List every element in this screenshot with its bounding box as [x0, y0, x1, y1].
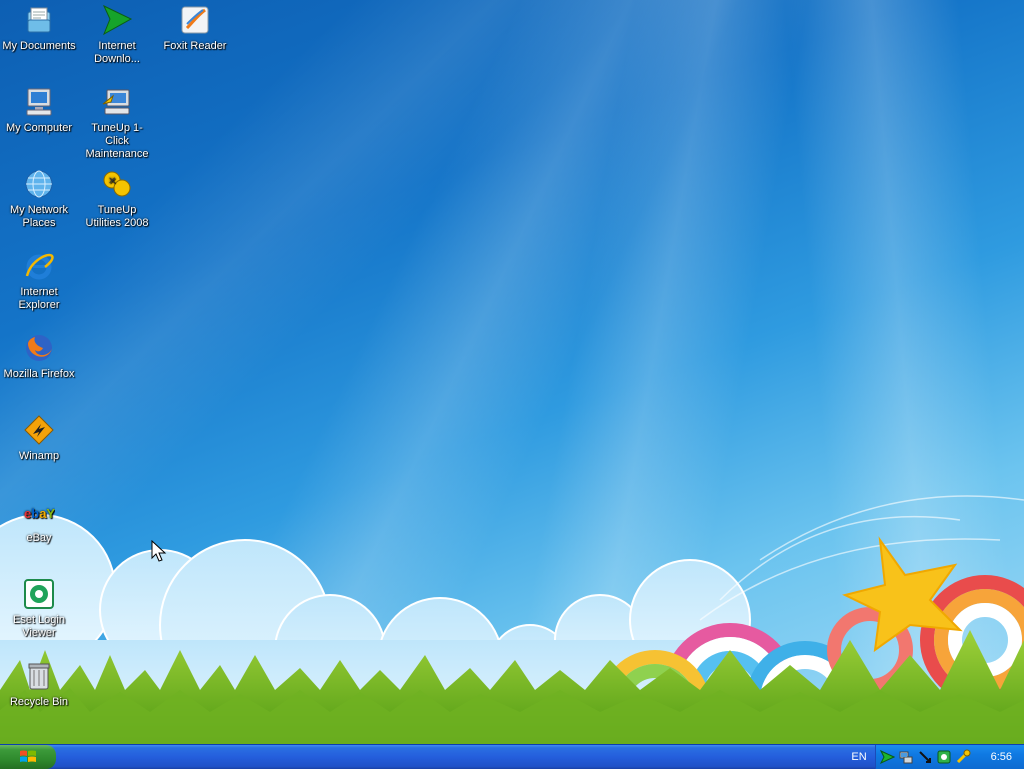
desktop-icon-my-computer[interactable]: My Computer: [0, 86, 78, 135]
recycle-bin-icon: [23, 660, 55, 692]
icon-label: eBay: [26, 532, 52, 544]
tuneup-1click-icon: [101, 86, 133, 118]
icon-label: My Computer: [5, 122, 73, 134]
tools-tray-icon[interactable]: [955, 749, 971, 765]
desktop-icon-foxit-reader[interactable]: Foxit Reader: [156, 4, 234, 53]
icon-label: Foxit Reader: [163, 40, 227, 52]
desktop-icon-winamp[interactable]: Winamp: [0, 414, 78, 463]
icon-label: TuneUp 1-Click Maintenance: [85, 122, 149, 160]
ebay-logo-icon: ebaY: [23, 496, 55, 528]
mouse-cursor-icon: [151, 540, 167, 562]
green-square-tray-icon[interactable]: [936, 749, 952, 765]
my-documents-icon: [23, 4, 55, 36]
desktop[interactable]: My Documents My Computer My Network Plac…: [0, 0, 1024, 744]
desktop-icon-eset-login-viewer[interactable]: Eset Login Viewer: [0, 578, 78, 640]
system-tray: 6:56: [875, 745, 1024, 769]
desktop-icon-recycle-bin[interactable]: Recycle Bin: [0, 660, 78, 709]
taskbar: EN 6:56: [0, 744, 1024, 769]
icon-label: Internet Downlo...: [94, 40, 140, 65]
network-globe-icon: [23, 168, 55, 200]
svg-text:✕: ✕: [108, 176, 116, 187]
icon-label: TuneUp Utilities 2008: [85, 204, 149, 229]
desktop-icon-my-documents[interactable]: My Documents: [0, 4, 78, 53]
icon-label: Eset Login Viewer: [13, 614, 65, 639]
winamp-bolt-icon: [23, 414, 55, 446]
desktop-icon-internet-download-manager[interactable]: Internet Downlo...: [78, 4, 156, 66]
desktop-icon-ebay[interactable]: ebaY eBay: [0, 496, 78, 545]
desktop-icon-internet-explorer[interactable]: Internet Explorer: [0, 250, 78, 312]
eset-icon: [23, 578, 55, 610]
internet-explorer-icon: [23, 250, 55, 282]
icon-label: My Documents: [2, 40, 76, 52]
icon-label: My Network Places: [9, 204, 69, 229]
icon-label: Winamp: [18, 450, 60, 462]
foxit-reader-icon: [179, 4, 211, 36]
my-computer-icon: [23, 86, 55, 118]
clock[interactable]: 6:56: [991, 751, 1012, 763]
start-button[interactable]: [0, 745, 56, 769]
green-arrow-icon: [101, 4, 133, 36]
windows-logo-icon: [20, 750, 36, 762]
tuneup-utilities-icon: ✕: [101, 168, 133, 200]
firefox-icon: [23, 332, 55, 364]
network-tray-icon[interactable]: [898, 749, 914, 765]
desktop-icon-tuneup-utilities[interactable]: ✕ TuneUp Utilities 2008: [78, 168, 156, 230]
desktop-icon-my-network-places[interactable]: My Network Places: [0, 168, 78, 230]
cursor-tray-icon[interactable]: [917, 749, 933, 765]
language-indicator[interactable]: EN: [844, 745, 874, 769]
icon-label: Internet Explorer: [18, 286, 60, 311]
icon-label: Mozilla Firefox: [3, 368, 75, 380]
green-arrow-tray-icon[interactable]: [879, 749, 895, 765]
icon-label: Recycle Bin: [9, 696, 69, 708]
desktop-icon-mozilla-firefox[interactable]: Mozilla Firefox: [0, 332, 78, 381]
svg-text:ebaY: ebaY: [24, 506, 55, 521]
desktop-icon-tuneup-1click[interactable]: TuneUp 1-Click Maintenance: [78, 86, 156, 161]
